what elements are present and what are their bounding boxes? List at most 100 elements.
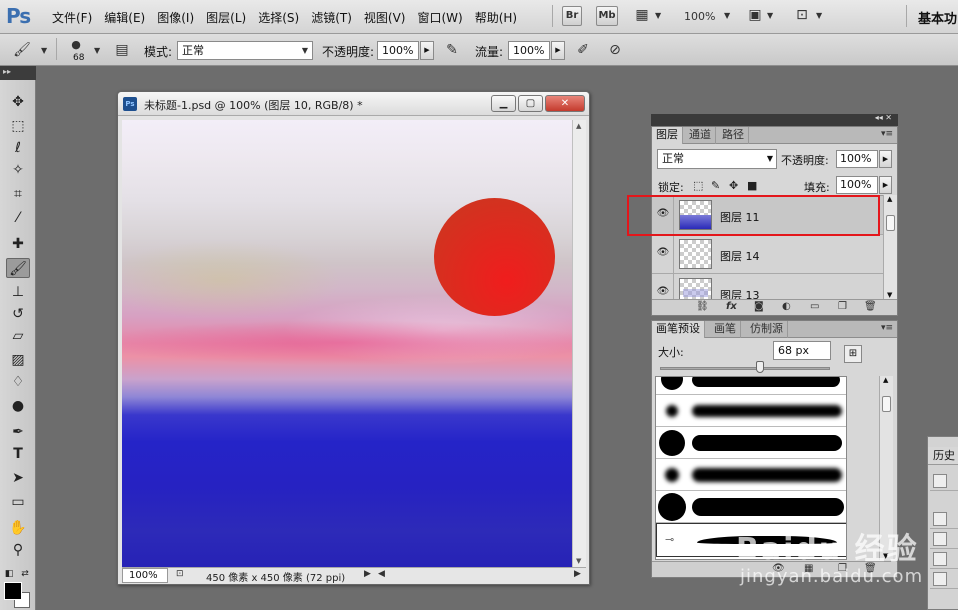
maximize-button[interactable]: ▢ [518, 95, 543, 112]
layer-style-icon[interactable]: fx [726, 301, 737, 312]
scroll-down-icon[interactable]: ▼ [887, 291, 892, 299]
scroll-thumb[interactable] [886, 215, 895, 231]
menu-help[interactable]: 帮助(H) [469, 9, 523, 26]
layer-list-scrollbar[interactable]: ▲ ▼ [883, 195, 897, 299]
zoom-tool-icon[interactable]: ⚲ [6, 540, 30, 560]
blur-tool-icon[interactable]: ♢ [6, 372, 30, 392]
scroll-thumb[interactable] [882, 396, 891, 412]
add-mask-icon[interactable]: ◙ [754, 301, 764, 312]
history-snapshot-row[interactable] [930, 471, 958, 491]
opacity-slider-toggle[interactable]: ▶ [420, 41, 434, 60]
lock-all-icon[interactable]: ■ [747, 179, 757, 192]
dodge-tool-icon[interactable]: ● [6, 396, 30, 416]
minimize-button[interactable]: ▁ [491, 95, 516, 112]
airbrush-icon[interactable]: ✐ [573, 41, 593, 60]
brush-tool-icon[interactable]: 🖌 [6, 258, 30, 278]
adjustment-layer-icon[interactable]: ◐ [782, 301, 791, 312]
tab-paths[interactable]: 路径 [718, 127, 749, 144]
close-button[interactable]: ✕ [545, 95, 585, 112]
scroll-up-icon[interactable]: ▲ [883, 376, 888, 384]
quick-selection-tool-icon[interactable]: ✧ [6, 160, 30, 180]
lock-transparency-icon[interactable]: ⬚ [693, 179, 703, 192]
pressure-size-icon[interactable]: ⊘ [605, 41, 625, 60]
layer-row-14[interactable]: 👁 图层 14 [652, 235, 883, 274]
arrange-documents-icon[interactable]: ▣ [745, 6, 765, 25]
brush-size-slider[interactable] [660, 367, 830, 370]
history-state-row[interactable] [930, 529, 958, 549]
menu-edit[interactable]: 编辑(E) [98, 9, 151, 26]
scroll-right-icon[interactable]: ▶ [574, 569, 581, 579]
default-colors-icon[interactable]: ◧ [2, 564, 16, 584]
tab-brush[interactable]: 画笔 [710, 321, 741, 338]
new-layer-icon[interactable]: ❐ [838, 301, 847, 312]
brush-preset-item[interactable] [656, 427, 846, 459]
document-title-bar[interactable]: Ps 未标题-1.psd @ 100% (图层 10, RGB/8) * ▁ ▢… [118, 92, 589, 116]
history-source-checkbox[interactable] [933, 532, 947, 546]
opacity-input[interactable]: 100% [377, 41, 419, 60]
gradient-tool-icon[interactable]: ▨ [6, 350, 30, 370]
history-state-row[interactable] [930, 549, 958, 569]
history-brush-tool-icon[interactable]: ↺ [6, 304, 30, 324]
scroll-up-icon[interactable]: ▲ [887, 195, 892, 203]
pressure-opacity-icon[interactable]: ✎ [442, 41, 462, 60]
swap-colors-icon[interactable]: ⇄ [18, 564, 32, 584]
menu-image[interactable]: 图像(I) [151, 9, 200, 26]
layer-opacity-slider-toggle[interactable]: ▶ [879, 150, 892, 168]
shape-tool-icon[interactable]: ▭ [6, 492, 30, 512]
bridge-button[interactable]: Br [562, 6, 582, 26]
tab-channels[interactable]: 通道 [685, 127, 716, 144]
crop-tool-icon[interactable]: ⌗ [6, 184, 30, 204]
arrange-dropdown-icon[interactable]: ▼ [767, 11, 773, 20]
flow-slider-toggle[interactable]: ▶ [551, 41, 565, 60]
menu-view[interactable]: 视图(V) [358, 9, 412, 26]
lock-position-icon[interactable]: ✥ [729, 179, 738, 192]
zoom-dropdown-icon[interactable]: ▼ [724, 11, 730, 20]
workspace-switcher[interactable]: 基本功 [918, 8, 957, 27]
canvas-vertical-scrollbar[interactable]: ▲ ▼ [572, 120, 586, 567]
eye-icon[interactable]: 👁 [656, 247, 670, 259]
view-extras-dropdown-icon[interactable]: ▼ [655, 11, 661, 20]
brush-preset-item[interactable] [656, 395, 846, 427]
history-source-checkbox[interactable] [933, 572, 947, 586]
document-zoom-input[interactable]: 100% [122, 568, 168, 583]
status-menu-arrow-icon[interactable]: ▶ [364, 569, 371, 579]
tab-brush-presets[interactable]: 画笔预设 [652, 321, 705, 338]
eraser-tool-icon[interactable]: ▱ [6, 326, 30, 346]
brush-panel-toggle-icon[interactable]: ▤ [112, 41, 132, 60]
flow-input[interactable]: 100% [508, 41, 550, 60]
mini-bridge-button[interactable]: Mb [596, 6, 618, 26]
menu-layer[interactable]: 图层(L) [200, 9, 252, 26]
eye-icon[interactable]: 👁 [656, 286, 670, 298]
screen-mode-dropdown-icon[interactable]: ▼ [816, 11, 822, 20]
brush-preset-item[interactable] [656, 491, 846, 523]
tool-preset-brush-icon[interactable]: 🖌 [12, 41, 32, 60]
new-group-icon[interactable]: ▭ [810, 301, 819, 312]
tab-history[interactable]: 历史 [928, 447, 958, 465]
delete-layer-icon[interactable]: 🗑 [864, 301, 877, 312]
history-source-checkbox[interactable] [933, 512, 947, 526]
brush-size-input[interactable]: 68 px [773, 341, 831, 360]
scroll-left-icon[interactable]: ◀ [378, 569, 385, 579]
pen-tool-icon[interactable]: ✒ [6, 422, 30, 442]
scroll-up-icon[interactable]: ▲ [576, 122, 581, 130]
screen-mode-icon[interactable]: ⊡ [792, 6, 812, 25]
lock-image-icon[interactable]: ✎ [711, 179, 720, 192]
brush-tip-icon[interactable]: ● [66, 35, 86, 54]
history-state-row[interactable] [930, 509, 958, 529]
menu-select[interactable]: 选择(S) [252, 9, 305, 26]
status-info-icon[interactable]: ⊡ [176, 569, 184, 579]
panel-menu-icon[interactable]: ▾≡ [881, 323, 893, 333]
scroll-down-icon[interactable]: ▼ [576, 557, 581, 565]
zoom-level-menu[interactable]: 100% [684, 10, 715, 23]
view-extras-icon[interactable]: ▦ [632, 6, 652, 25]
history-source-checkbox[interactable] [933, 474, 947, 488]
tools-panel-header[interactable]: ▸▸ [0, 66, 36, 80]
layer-fill-slider-toggle[interactable]: ▶ [879, 176, 892, 194]
layer-fill-input[interactable]: 100% [836, 176, 878, 194]
hand-tool-icon[interactable]: ✋ [6, 518, 30, 538]
marquee-tool-icon[interactable]: ⬚ [6, 116, 30, 136]
menu-filter[interactable]: 滤镜(T) [305, 9, 358, 26]
spot-healing-tool-icon[interactable]: ✚ [6, 234, 30, 254]
clone-stamp-tool-icon[interactable]: ⊥ [6, 282, 30, 302]
brush-picker-dropdown-icon[interactable]: ▼ [94, 46, 100, 55]
